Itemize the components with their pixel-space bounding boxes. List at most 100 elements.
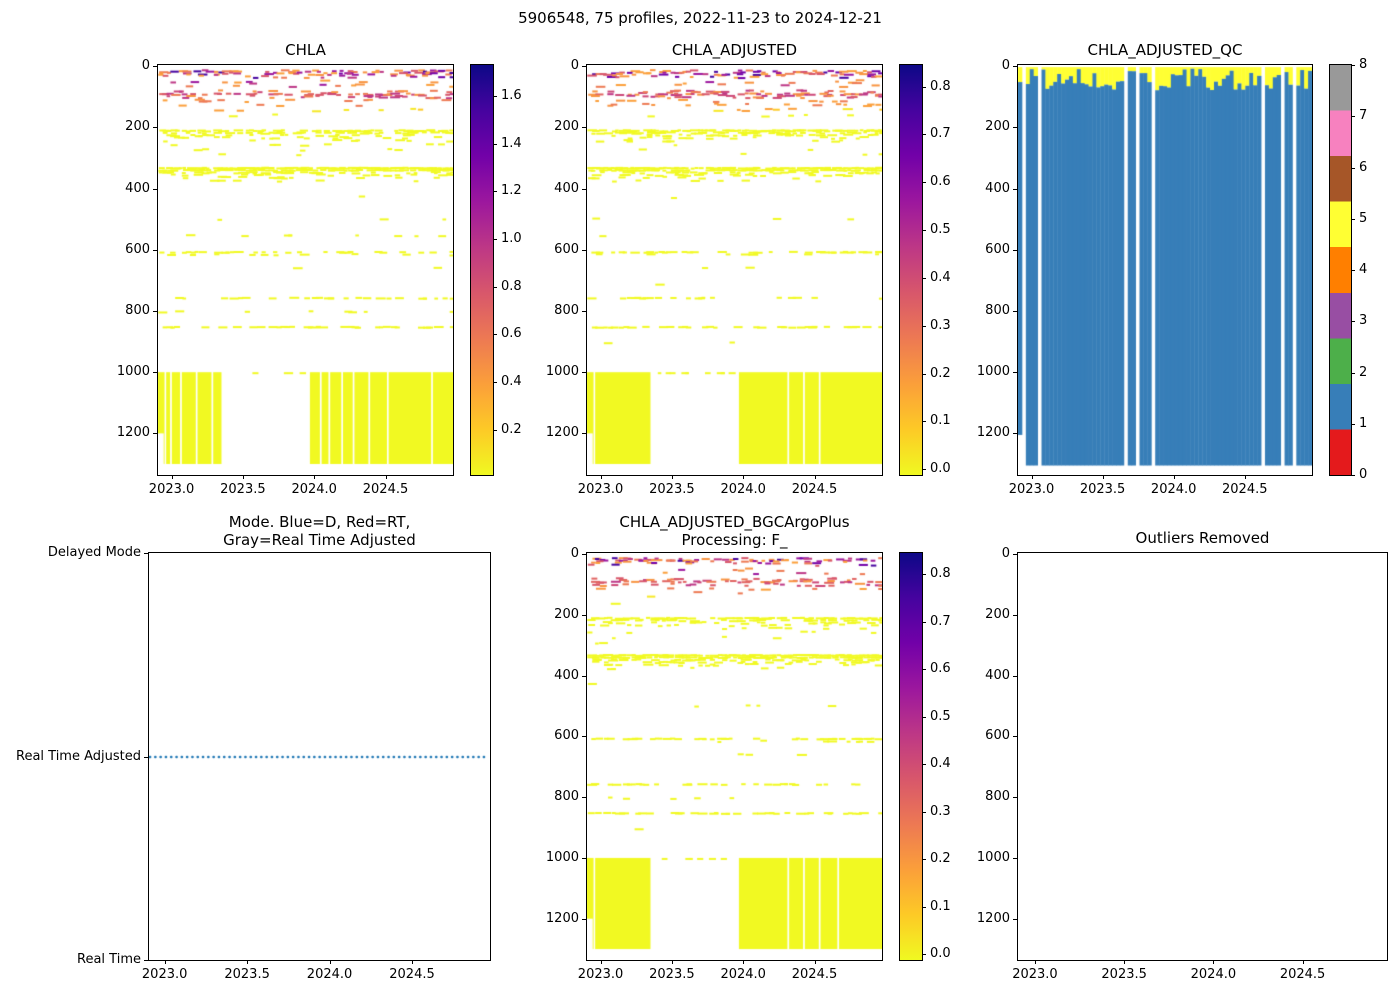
x-tick-mark xyxy=(671,960,673,964)
x-tick-label: 2024.5 xyxy=(362,482,409,497)
colorbar-tick-mark xyxy=(1351,321,1355,323)
y-tick-mark xyxy=(582,249,587,251)
x-tick-mark xyxy=(600,960,602,964)
y-tick-label: 1000 xyxy=(976,849,1010,865)
y-tick-label: 800 xyxy=(985,789,1010,805)
colorbar-tick-mark xyxy=(1351,372,1355,374)
panel-chla-adjusted-qc xyxy=(1017,64,1313,476)
mode-level-label: Real Time xyxy=(77,952,141,967)
y-tick-label: 400 xyxy=(985,180,1010,196)
y-tick-label: 1200 xyxy=(545,910,579,926)
qc-flags-canvas xyxy=(1018,65,1312,475)
colorbar-tick-mark xyxy=(493,191,497,193)
colorbar-tick-mark xyxy=(922,859,926,861)
colorbar-tick-label: 0.6 xyxy=(501,326,522,342)
colorbar-tick-label: 0.0 xyxy=(930,461,951,477)
colorbar-tick-label: 1 xyxy=(1359,415,1368,431)
y-tick-label: 1000 xyxy=(116,364,150,380)
y-tick-mark xyxy=(582,918,587,920)
colorbar-tick-mark xyxy=(922,325,926,327)
figure-title: 5906548, 75 profiles, 2022-11-23 to 2024… xyxy=(518,9,882,27)
y-tick-label: 0 xyxy=(1001,546,1010,562)
colorbar-tick-mark xyxy=(1351,270,1355,271)
colorbar-tick-mark xyxy=(922,764,926,766)
y-tick-mark xyxy=(144,756,149,758)
x-tick-label: 2023.5 xyxy=(1079,482,1126,497)
y-tick-mark xyxy=(582,857,587,859)
y-tick-label: 800 xyxy=(125,303,150,318)
colorbar-tick-label: 0.5 xyxy=(930,708,951,724)
x-tick-label: 2023.5 xyxy=(220,482,266,497)
y-tick-mark xyxy=(582,433,587,435)
panel-outliers-removed xyxy=(1017,552,1388,961)
x-tick-mark xyxy=(1302,960,1304,964)
y-tick-label: 200 xyxy=(554,606,579,622)
x-tick-label: 2023.5 xyxy=(224,967,270,982)
y-tick-mark xyxy=(153,433,158,435)
colorbar-tick-mark xyxy=(493,286,497,288)
colorbar-tick-label: 6 xyxy=(1359,159,1368,175)
y-tick-label: 800 xyxy=(985,303,1010,318)
colorbar-tick-mark xyxy=(922,906,926,908)
x-tick-label: 2023.0 xyxy=(141,967,188,982)
chla-adjusted-heatmap-canvas xyxy=(587,65,882,475)
y-tick-label: 600 xyxy=(985,728,1010,744)
colorbar-tick-label: 5 xyxy=(1359,210,1368,226)
x-tick-label: 2024.5 xyxy=(1279,967,1326,982)
x-tick-label: 2023.5 xyxy=(649,967,695,982)
y-tick-mark xyxy=(153,311,158,312)
y-tick-mark xyxy=(153,188,158,190)
x-tick-mark xyxy=(1031,475,1033,479)
x-tick-label: 2024.0 xyxy=(291,482,337,497)
y-tick-mark xyxy=(1013,554,1018,556)
colorbar-tick-mark xyxy=(493,429,497,431)
colorbar-tick-mark xyxy=(922,621,926,623)
colorbar-tick-mark xyxy=(922,421,926,423)
x-tick-mark xyxy=(314,475,316,479)
x-tick-label: 2023.0 xyxy=(1008,482,1055,497)
y-tick-mark xyxy=(1013,127,1018,129)
y-tick-label: 200 xyxy=(985,119,1010,135)
y-tick-mark xyxy=(1013,372,1018,374)
colorbar-tick-mark xyxy=(1351,116,1355,118)
x-tick-mark xyxy=(1034,960,1036,964)
colorbar-tick-label: 0.4 xyxy=(930,269,951,285)
colorbar-tick-label: 3 xyxy=(1359,313,1368,329)
colorbar-tick-label: 0.8 xyxy=(930,566,951,582)
colorbar-tick-mark xyxy=(493,382,497,384)
x-tick-label: 2024.0 xyxy=(1190,967,1237,982)
x-tick-label: 2024.0 xyxy=(1150,482,1197,497)
colorbar-chla_adjusted xyxy=(899,64,923,476)
x-tick-label: 2024.0 xyxy=(306,967,353,982)
colorbar-tick-mark xyxy=(922,373,926,375)
colorbar-tick-mark xyxy=(922,954,926,956)
panel-bgc-argoplus xyxy=(586,552,883,961)
y-tick-label: 0 xyxy=(141,58,150,74)
figure: 5906548, 75 profiles, 2022-11-23 to 2024… xyxy=(0,0,1400,1000)
colorbar-tick-mark xyxy=(922,669,926,671)
y-tick-label: 400 xyxy=(985,667,1010,683)
x-tick-mark xyxy=(164,960,166,964)
colorbar-tick-mark xyxy=(922,277,926,279)
x-tick-label: 2023.0 xyxy=(577,967,624,982)
x-tick-label: 2024.0 xyxy=(720,967,766,982)
mode-line-canvas xyxy=(149,553,490,960)
colorbar-tick-mark xyxy=(922,469,926,471)
y-tick-mark xyxy=(144,553,149,554)
colorbar-tick-label: 0.4 xyxy=(930,756,951,772)
panel-bgc-title-line1: CHLA_ADJUSTED_BGCArgoPlus xyxy=(619,513,850,531)
panel-mode xyxy=(148,552,491,961)
panel-chla-adjusted xyxy=(586,64,883,476)
bgc-heatmap-canvas xyxy=(587,553,882,960)
y-tick-label: 400 xyxy=(125,180,150,196)
y-tick-label: 0 xyxy=(570,546,579,562)
x-tick-mark xyxy=(1102,475,1104,479)
y-tick-mark xyxy=(1013,614,1018,616)
panel-chla-adjusted-title: CHLA_ADJUSTED xyxy=(671,41,798,59)
colorbar-tick-label: 0.5 xyxy=(930,222,951,238)
y-tick-mark xyxy=(144,960,149,961)
y-tick-mark xyxy=(582,736,587,738)
y-tick-mark xyxy=(582,372,587,374)
y-tick-mark xyxy=(1013,675,1018,677)
x-tick-mark xyxy=(412,960,413,964)
